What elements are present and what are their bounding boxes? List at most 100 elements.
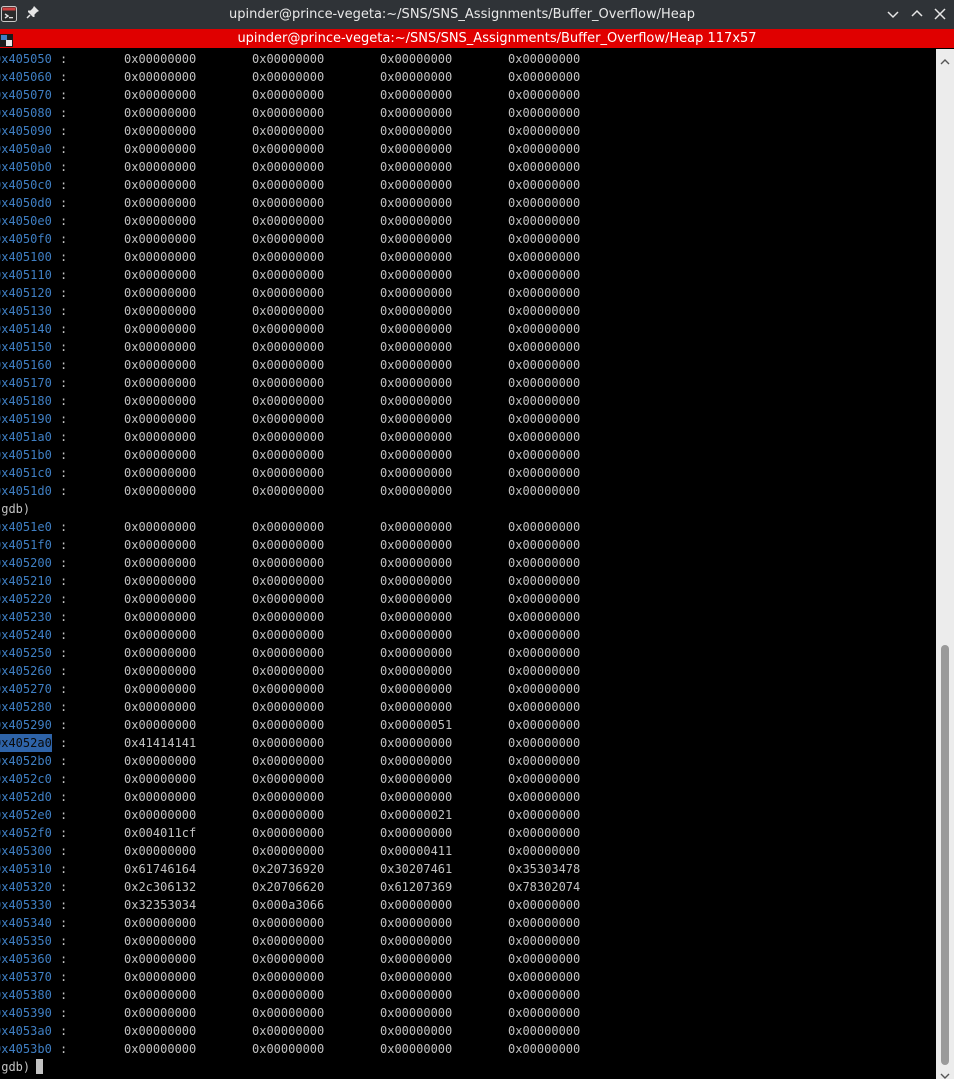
memory-word: 0x00000000 <box>124 646 197 660</box>
memory-address: 0x4051c0 <box>0 466 52 480</box>
memory-word: 0x00000000 <box>124 268 197 282</box>
terminal-app-icon[interactable] <box>1 6 17 22</box>
tab-title: upinder@prince-vegeta:~/SNS/SNS_Assignme… <box>237 31 757 46</box>
memory-address: 0x405200 <box>0 556 52 570</box>
memory-word: 0x00000000 <box>380 484 453 498</box>
memory-word: 0x00000000 <box>124 214 197 228</box>
address-separator: : <box>60 70 68 84</box>
memory-dump-row: 0x405130: 0x00000000 0x00000000 0x00000000 0… <box>0 302 936 320</box>
memory-word: 0x00000000 <box>508 754 581 768</box>
scroll-up-arrow-icon[interactable] <box>940 52 950 65</box>
memory-address: 0x405100 <box>0 250 52 264</box>
gdb-prompt-line: (gdb) <box>0 1058 936 1076</box>
memory-dump-row: 0x4052b0: 0x00000000 0x00000000 0x00000000 0… <box>0 752 936 770</box>
memory-word: 0x00000000 <box>124 718 197 732</box>
memory-word: 0x00000000 <box>380 268 453 282</box>
memory-dump-row: 0x4050b0: 0x00000000 0x00000000 0x00000000 0… <box>0 158 936 176</box>
address-separator: : <box>60 196 68 210</box>
memory-word: 0x00000000 <box>252 70 325 84</box>
close-icon[interactable] <box>932 6 948 22</box>
memory-word: 0x00000000 <box>508 844 581 858</box>
address-separator: : <box>60 844 68 858</box>
memory-dump-row: 0x405210: 0x00000000 0x00000000 0x00000000 0… <box>0 572 936 590</box>
memory-dump-row: 0x4052f0: 0x004011cf 0x00000000 0x00000000 0… <box>0 824 936 842</box>
memory-address: 0x405290 <box>0 718 52 732</box>
memory-dump-row: 0x405320: 0x2c306132 0x20706620 0x61207369 0… <box>0 878 936 896</box>
memory-word: 0x00000000 <box>252 574 325 588</box>
memory-word: 0x32353034 <box>124 898 197 912</box>
maximize-icon[interactable] <box>909 6 925 22</box>
memory-address: 0x405240 <box>0 628 52 642</box>
memory-word: 0x00000000 <box>252 682 325 696</box>
memory-address: 0x4051f0 <box>0 538 52 552</box>
memory-word: 0x61746164 <box>124 862 197 876</box>
memory-word: 0x00000000 <box>252 520 325 534</box>
tab-active[interactable]: upinder@prince-vegeta:~/SNS/SNS_Assignme… <box>0 29 954 48</box>
text-cursor[interactable] <box>36 1059 44 1074</box>
memory-word: 0x00000000 <box>124 1042 197 1056</box>
memory-address: 0x405120 <box>0 286 52 300</box>
vertical-scrollbar[interactable] <box>936 49 954 1079</box>
memory-word: 0x00000000 <box>124 1024 197 1038</box>
memory-word: 0x00000000 <box>252 970 325 984</box>
memory-word: 0x00000000 <box>508 286 581 300</box>
memory-word: 0x00000000 <box>252 628 325 642</box>
scrollbar-thumb[interactable] <box>941 645 949 1065</box>
scroll-down-arrow-icon[interactable] <box>940 1066 950 1079</box>
memory-word: 0x00000000 <box>380 376 453 390</box>
window-titlebar[interactable]: upinder@prince-vegeta:~/SNS/SNS_Assignme… <box>0 0 954 29</box>
gdb-prompt: (gdb) <box>0 500 30 518</box>
memory-word: 0x00000000 <box>124 952 197 966</box>
memory-word: 0x00000000 <box>508 646 581 660</box>
memory-word: 0x00000000 <box>380 124 453 138</box>
memory-word: 0x00000000 <box>380 1024 453 1038</box>
memory-word: 0x00000000 <box>508 430 581 444</box>
memory-word: 0x00000000 <box>508 232 581 246</box>
memory-word: 0x00000000 <box>124 772 197 786</box>
memory-word: 0x00000000 <box>124 466 197 480</box>
memory-word: 0x00000000 <box>508 556 581 570</box>
memory-address: 0x4050d0 <box>0 196 52 210</box>
memory-word: 0x00000000 <box>508 592 581 606</box>
address-separator: : <box>60 682 68 696</box>
memory-word: 0x00000000 <box>508 196 581 210</box>
memory-word: 0x00000000 <box>508 700 581 714</box>
memory-address: 0x405270 <box>0 682 52 696</box>
memory-word: 0x00000000 <box>380 664 453 678</box>
memory-word: 0x00000000 <box>508 340 581 354</box>
memory-dump-row: 0x405390: 0x00000000 0x00000000 0x00000000 0… <box>0 1004 936 1022</box>
memory-dump-row: 0x405120: 0x00000000 0x00000000 0x00000000 0… <box>0 284 936 302</box>
memory-address: 0x405070 <box>0 88 52 102</box>
memory-word: 0x00000000 <box>252 592 325 606</box>
memory-word: 0x00000000 <box>124 250 197 264</box>
address-separator: : <box>60 142 68 156</box>
memory-dump-row: 0x405190: 0x00000000 0x00000000 0x00000000 0… <box>0 410 936 428</box>
memory-word: 0x00000051 <box>380 718 453 732</box>
memory-address: 0x405370 <box>0 970 52 984</box>
memory-word: 0x00000000 <box>380 934 453 948</box>
memory-word: 0x00000000 <box>124 970 197 984</box>
memory-address: 0x405220 <box>0 592 52 606</box>
memory-word: 0x00000000 <box>252 268 325 282</box>
memory-word: 0x00000000 <box>124 142 197 156</box>
memory-word: 0x00000000 <box>124 682 197 696</box>
pin-icon[interactable] <box>25 5 41 21</box>
address-separator: : <box>60 376 68 390</box>
address-separator: : <box>60 664 68 678</box>
memory-word: 0x00000000 <box>508 412 581 426</box>
memory-address: 0x4053b0 <box>0 1042 52 1056</box>
memory-word: 0x00000000 <box>508 916 581 930</box>
memory-address: 0x4051e0 <box>0 520 52 534</box>
memory-address: 0x4053a0 <box>0 1024 52 1038</box>
minimize-icon[interactable] <box>885 6 901 22</box>
terminal-output[interactable]: 0x405050:0x000000000x000000000x000000000… <box>0 49 936 1079</box>
memory-word: 0x00000000 <box>124 790 197 804</box>
address-separator: : <box>60 232 68 246</box>
memory-word: 0x00000000 <box>508 70 581 84</box>
memory-word: 0x00000000 <box>252 934 325 948</box>
memory-word: 0x00000000 <box>508 664 581 678</box>
memory-word: 0x00000000 <box>508 394 581 408</box>
memory-word: 0x00000000 <box>124 988 197 1002</box>
memory-word: 0x00000000 <box>380 772 453 786</box>
memory-word: 0x00000000 <box>252 448 325 462</box>
